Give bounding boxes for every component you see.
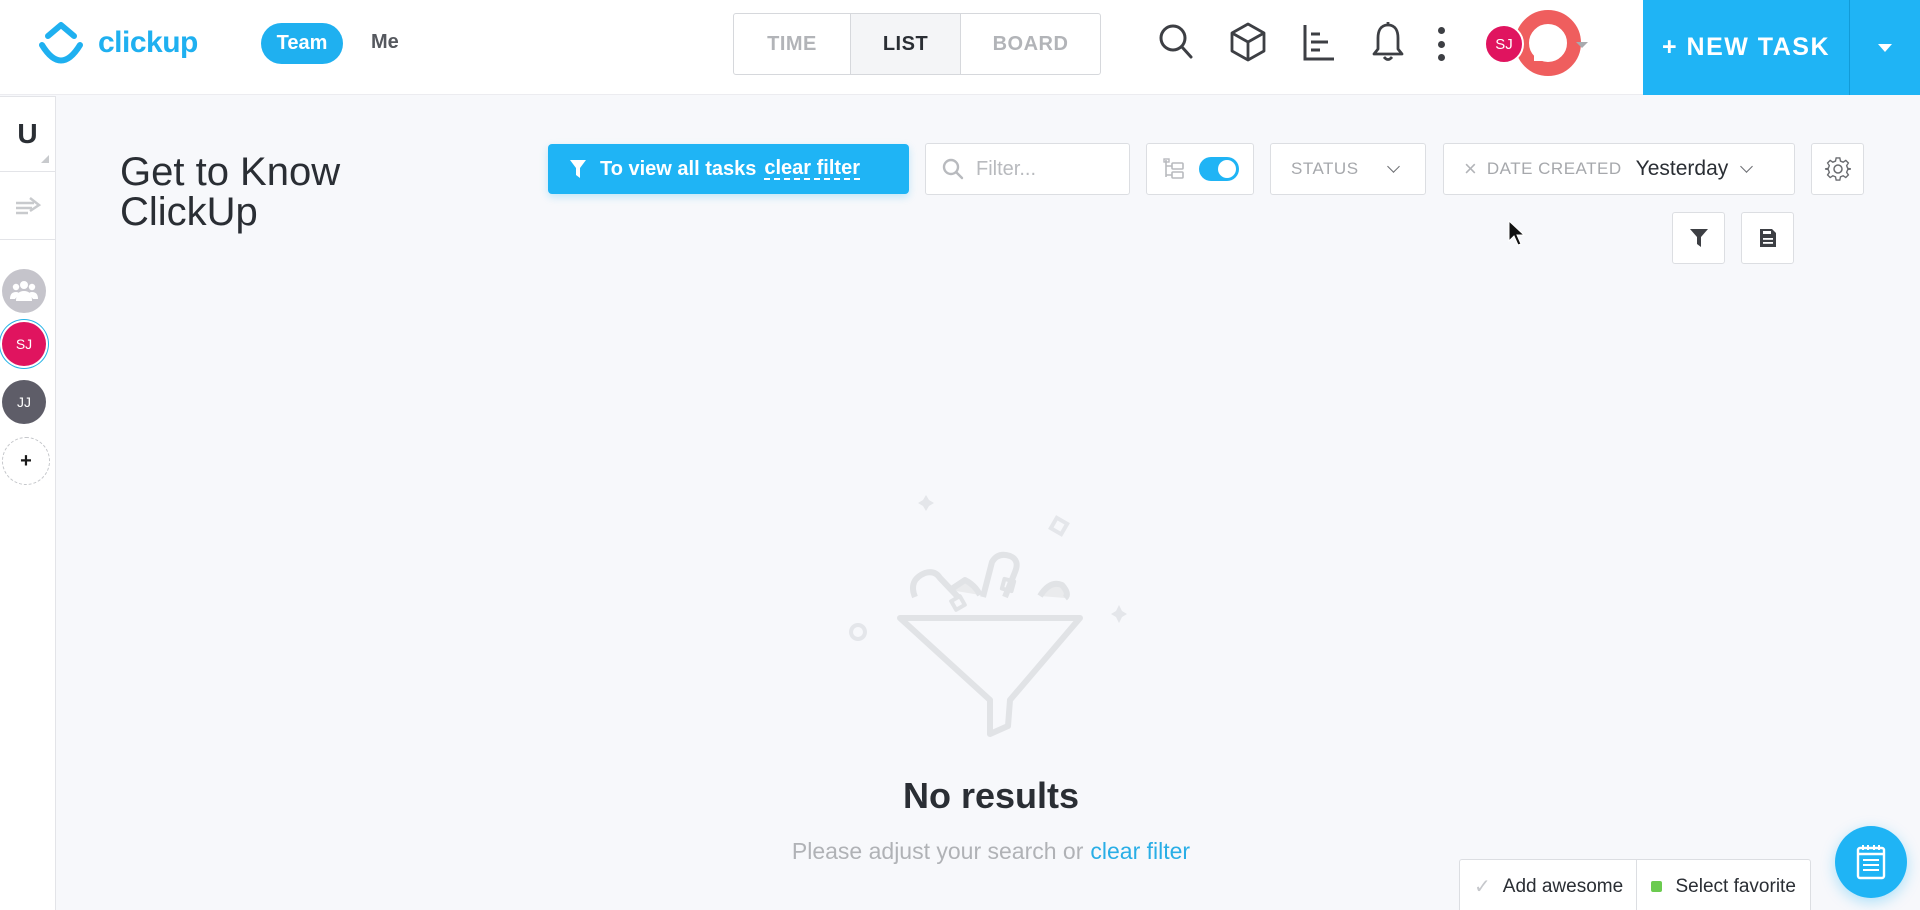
user-avatar: SJ	[1484, 24, 1524, 64]
check-icon: ✓	[1474, 876, 1491, 898]
new-task-button[interactable]: + NEW TASK	[1643, 0, 1849, 95]
tray-item-label: Select favorite	[1675, 875, 1796, 897]
empty-state-text: Please adjust your search or	[791, 838, 1084, 864]
member-avatar-jj[interactable]: JJ	[2, 380, 46, 424]
top-bar: clickup Team Me TIME LIST BOARD SJ + NEW…	[0, 0, 1920, 95]
search-button[interactable]	[1154, 20, 1198, 64]
status-filter-dropdown[interactable]: STATUS	[1270, 143, 1426, 195]
status-filter-label: STATUS	[1291, 159, 1359, 178]
view-tab-time[interactable]: TIME	[734, 14, 850, 74]
date-filter-label: DATE CREATED	[1486, 159, 1622, 178]
add-member-button[interactable]: +	[2, 437, 50, 485]
expand-arrow-icon	[15, 196, 41, 214]
box-icon	[1230, 22, 1266, 62]
caret-down-icon	[1878, 43, 1892, 52]
banner-clear-filter-link[interactable]: clear filter	[764, 158, 860, 180]
filter-icon	[1689, 229, 1708, 247]
space-letter: U	[17, 118, 38, 149]
switch-knob	[1218, 160, 1236, 178]
filter-search-input[interactable]	[976, 157, 1116, 181]
bell-icon	[1372, 22, 1404, 61]
filter-icon	[570, 160, 586, 178]
tray-item-select-favorite[interactable]: Select favorite	[1637, 860, 1811, 910]
member-avatar-sj[interactable]: SJ	[2, 322, 46, 366]
page-title: Get to Know ClickUp	[120, 150, 341, 234]
subtasks-toggle[interactable]	[1146, 143, 1254, 195]
search-icon	[1159, 24, 1193, 59]
bottom-tray: ✓ Add awesome Select favorite	[1459, 859, 1811, 910]
chevron-down-icon	[1386, 160, 1400, 173]
notepad-button[interactable]	[1835, 826, 1907, 898]
dashboard-button[interactable]	[1297, 20, 1341, 64]
clickup-logo-icon	[39, 22, 83, 64]
corner-triangle-icon	[41, 155, 49, 163]
subtasks-switch[interactable]	[1199, 157, 1239, 181]
clickup-logo[interactable]: clickup	[36, 18, 198, 68]
team-avatar[interactable]	[2, 269, 46, 313]
empty-state-title: No results	[902, 775, 1080, 816]
view-tab-list[interactable]: LIST	[850, 14, 960, 74]
workspace-avatar-icon	[1515, 10, 1581, 76]
tray-item-label: Add awesome	[1502, 875, 1624, 897]
notifications-button[interactable]	[1366, 20, 1410, 64]
status-dot-icon	[1650, 881, 1662, 892]
view-switcher: TIME LIST BOARD	[733, 13, 1101, 75]
scope-tab-me[interactable]: Me	[371, 31, 399, 54]
search-icon	[942, 158, 964, 180]
save-icon	[1759, 229, 1776, 247]
filter-search	[925, 143, 1130, 195]
date-created-filter-dropdown[interactable]: × DATE CREATED Yesterday	[1443, 143, 1795, 195]
expand-sidebar-button[interactable]	[0, 172, 55, 240]
view-tab-board[interactable]: BOARD	[960, 14, 1100, 74]
remove-filter-icon[interactable]: ×	[1464, 156, 1477, 182]
filter-button[interactable]	[1672, 212, 1725, 264]
empty-funnel-illustration	[849, 495, 1127, 737]
box-button[interactable]	[1226, 20, 1270, 64]
user-menu-caret-icon[interactable]	[1576, 42, 1588, 48]
scope-tab-team[interactable]: Team	[261, 23, 343, 64]
save-view-button[interactable]	[1741, 212, 1794, 264]
gear-icon	[1824, 157, 1851, 181]
settings-button[interactable]	[1811, 143, 1864, 195]
mouse-cursor-icon	[1508, 220, 1526, 246]
notepad-icon	[1856, 845, 1886, 880]
date-filter-value: Yesterday	[1635, 157, 1729, 180]
space-switcher[interactable]: U	[0, 96, 55, 172]
logo-text: clickup	[98, 26, 198, 59]
banner-text: To view all tasks	[600, 157, 757, 180]
tray-item-add-awesome[interactable]: ✓ Add awesome	[1460, 860, 1637, 910]
dashboard-icon	[1303, 25, 1334, 61]
filter-active-banner: To view all tasks clear filter	[548, 144, 909, 194]
clear-filter-link[interactable]: clear filter	[1090, 838, 1190, 864]
people-icon	[10, 281, 38, 301]
chevron-down-icon	[1740, 160, 1754, 173]
subtasks-icon	[1163, 158, 1184, 179]
more-vertical-icon[interactable]	[1434, 27, 1448, 61]
new-task-dropdown-button[interactable]	[1849, 0, 1920, 95]
